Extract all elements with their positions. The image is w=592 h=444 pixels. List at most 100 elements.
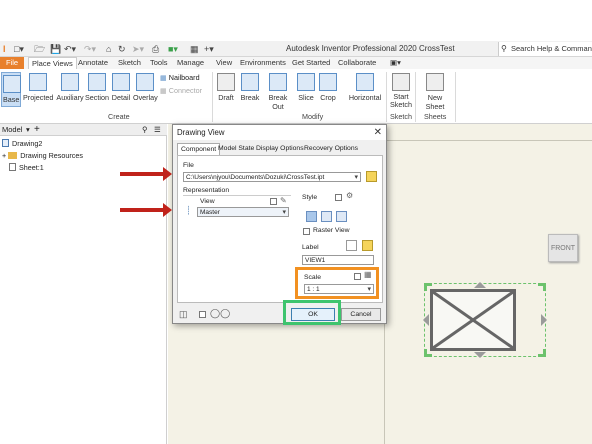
print-icon[interactable]: ⎙ <box>152 43 159 55</box>
close-icon[interactable]: ✕ <box>374 125 382 140</box>
hidden-line-removed-style-icon[interactable] <box>321 211 332 222</box>
break-out-button[interactable]: Break Out <box>262 73 294 111</box>
style-from-base-icon[interactable]: ⚙ <box>346 191 353 200</box>
tab-annotate[interactable]: Annotate <box>78 57 108 69</box>
tree-item-drawing[interactable]: Drawing2 <box>2 139 42 149</box>
hidden-line-style-icon[interactable] <box>306 211 317 222</box>
tree-item-sheet[interactable]: Sheet:1 <box>9 163 44 173</box>
draft-icon <box>217 73 235 91</box>
auxiliary-view-button[interactable]: Auxiliary <box>55 73 85 102</box>
tab-file[interactable]: File <box>0 57 24 69</box>
tab-display-options[interactable]: Display Options <box>253 143 307 155</box>
open-file-icon[interactable] <box>366 171 377 182</box>
tab-sketch[interactable]: Sketch <box>118 57 141 69</box>
tab-collaborate[interactable]: Collaborate <box>338 57 376 69</box>
connector-label: Connector <box>168 86 202 95</box>
ribbon-options-icon[interactable]: ▣▾ <box>390 57 401 69</box>
nailboard-button[interactable]: ▦ Nailboard <box>160 73 200 82</box>
detail-view-label: Detail <box>111 93 131 102</box>
ribbon-tab-bar: File Place Views Annotate Sketch Tools M… <box>0 57 592 69</box>
sheets-group-label: Sheets <box>424 112 447 121</box>
start-sketch-button[interactable]: Start Sketch <box>389 73 413 109</box>
expand-icon[interactable]: + <box>2 151 6 160</box>
tab-recovery-options[interactable]: Recovery Options <box>301 143 361 155</box>
tab-view[interactable]: View <box>216 57 232 69</box>
start-sketch-icon <box>392 73 410 91</box>
undo-icon[interactable]: ↶▾ <box>64 43 76 55</box>
base-view-button[interactable]: Base <box>1 72 21 107</box>
browser-dropdown-icon[interactable]: ▾ <box>26 124 30 136</box>
connector-button[interactable]: ▦ Connector <box>160 86 202 95</box>
detail-view-button[interactable]: Detail <box>110 73 132 102</box>
break-button[interactable]: Break <box>239 73 261 102</box>
tab-environments[interactable]: Environments <box>240 57 286 69</box>
update-icon[interactable]: ↻ <box>118 43 126 55</box>
tab-model-state[interactable]: Model State <box>215 143 257 155</box>
inventor-logo-icon[interactable]: I <box>3 43 6 55</box>
projected-view-label: Projected <box>23 93 54 102</box>
tab-component[interactable]: Component <box>177 143 221 155</box>
options-checkbox[interactable] <box>199 311 206 318</box>
auxiliary-view-label: Auxiliary <box>56 93 84 102</box>
browser-search-icon[interactable]: ⚲ <box>142 124 148 136</box>
break-out-label: Break Out <box>268 93 288 111</box>
draft-button[interactable]: Draft <box>215 73 237 102</box>
edit-label-icon[interactable] <box>362 240 373 251</box>
draft-label: Draft <box>218 93 234 102</box>
file-path-dropdown[interactable]: C:\Users\njyou\Documents\Dozuki\CrossTes… <box>183 172 361 182</box>
help-icon[interactable]: ◫ <box>179 309 188 320</box>
cancel-button[interactable]: Cancel <box>341 308 381 321</box>
start-sketch-label: Start Sketch <box>390 92 412 109</box>
slice-button[interactable]: Slice <box>296 73 316 102</box>
material-icon[interactable]: ■▾ <box>168 43 178 55</box>
horizontal-button[interactable]: Horizontal <box>346 73 384 102</box>
view-checkbox[interactable] <box>270 198 277 205</box>
raster-view-checkbox[interactable] <box>303 228 310 235</box>
browser-menu-icon[interactable]: ☰ <box>154 124 161 136</box>
open-folder-icon[interactable]: 🗁 <box>34 43 45 55</box>
crop-button[interactable]: Crop <box>318 73 338 102</box>
tab-place-views[interactable]: Place Views <box>28 57 77 69</box>
overlay-view-button[interactable]: Overlay <box>133 73 158 102</box>
view-representation-dropdown[interactable]: Master <box>197 207 289 217</box>
tree-item-label: Drawing2 <box>12 139 43 148</box>
tab-manage[interactable]: Manage <box>177 57 204 69</box>
create-group-label: Create <box>108 112 130 121</box>
browser-title: Model <box>2 125 23 134</box>
ok-highlight-box <box>283 300 341 325</box>
new-sheet-label: New Sheet <box>425 93 445 111</box>
redo-icon[interactable]: ↷▾ <box>84 43 96 55</box>
viewcube[interactable]: FRONT <box>548 234 578 262</box>
pencil-icon[interactable]: ✎ <box>280 196 287 205</box>
view-options-icon[interactable]: ◯◯ <box>210 308 230 319</box>
select-icon[interactable]: ➤▾ <box>132 43 144 55</box>
slice-icon <box>297 73 315 91</box>
add-icon[interactable]: +▾ <box>204 43 214 55</box>
tab-get-started[interactable]: Get Started <box>292 57 330 69</box>
file-path-value: C:\Users\njyou\Documents\Dozuki\CrossTes… <box>186 174 325 181</box>
toggle-label-visibility-icon[interactable] <box>346 240 357 251</box>
view-label-input[interactable]: VIEW1 <box>302 255 374 265</box>
section-view-button[interactable]: Section <box>85 73 109 102</box>
style-checkbox[interactable] <box>335 194 342 201</box>
sheet-border-line <box>384 140 592 141</box>
help-search-input[interactable]: ⚲ Search Help & Commands... <box>498 42 592 56</box>
add-browser-tab-icon[interactable]: + <box>34 124 40 135</box>
projected-view-button[interactable]: Projected <box>23 73 53 102</box>
horizontal-label: Horizontal <box>348 93 382 102</box>
home-icon[interactable]: ⌂ <box>106 43 111 55</box>
view-label-value: VIEW1 <box>305 257 326 264</box>
dialog-title: Drawing View <box>177 128 225 137</box>
shaded-style-icon[interactable] <box>336 211 347 222</box>
dialog-title-bar[interactable]: Drawing View ✕ <box>173 125 386 140</box>
measure-icon[interactable]: ▦ <box>190 43 199 55</box>
tab-tools[interactable]: Tools <box>150 57 168 69</box>
tree-item-drawing-resources[interactable]: + Drawing Resources <box>2 151 83 161</box>
slice-label: Slice <box>298 93 314 102</box>
drawing-document-icon <box>2 139 9 147</box>
save-icon[interactable]: 💾 <box>50 43 61 55</box>
new-sheet-button[interactable]: New Sheet <box>418 73 452 111</box>
new-file-icon[interactable]: □▾ <box>14 43 24 55</box>
view-rotation-grips[interactable] <box>420 279 550 361</box>
ribbon-separator <box>386 72 387 122</box>
